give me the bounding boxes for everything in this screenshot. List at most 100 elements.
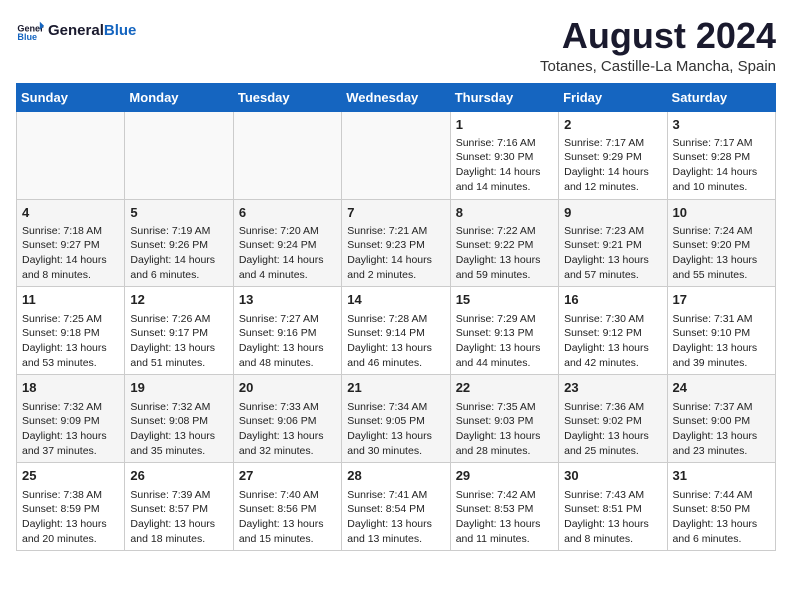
- calendar-cell: 8Sunrise: 7:22 AM Sunset: 9:22 PM Daylig…: [450, 199, 558, 287]
- calendar-cell: 3 Sunrise: 7:17 AM Sunset: 9:28 PM Daylig…: [667, 111, 775, 199]
- location-title: Totanes, Castille-La Mancha, Spain: [540, 58, 776, 75]
- page-header: General Blue GeneralBlue August 2024 Tot…: [16, 16, 776, 75]
- calendar-cell: 13Sunrise: 7:27 AM Sunset: 9:16 PM Dayli…: [233, 287, 341, 375]
- calendar-week-row: 18 Sunrise: 7:32 AM Sunset: 9:09 PM Dayli…: [17, 375, 776, 463]
- day-info: Sunrise: 7:42 AM Sunset: 8:53 PM Dayligh…: [456, 488, 553, 547]
- calendar-table: SundayMondayTuesdayWednesdayThursdayFrid…: [16, 83, 776, 552]
- day-number: 28: [347, 467, 444, 485]
- day-number: 17: [673, 291, 770, 309]
- title-area: August 2024 Totanes, Castille-La Mancha,…: [540, 16, 776, 75]
- calendar-cell: 27 Sunrise: 7:40 AM Sunset: 8:56 PM Dayli…: [233, 463, 341, 551]
- calendar-cell: 29 Sunrise: 7:42 AM Sunset: 8:53 PM Dayli…: [450, 463, 558, 551]
- day-number: 29: [456, 467, 553, 485]
- calendar-cell: 18 Sunrise: 7:32 AM Sunset: 9:09 PM Dayli…: [17, 375, 125, 463]
- day-number: 16: [564, 291, 661, 309]
- day-number: 24: [673, 379, 770, 397]
- day-info: Sunrise: 7:40 AM Sunset: 8:56 PM Dayligh…: [239, 488, 336, 547]
- day-number: 7: [347, 204, 444, 222]
- day-info: Sunrise: 7:32 AM Sunset: 9:08 PM Dayligh…: [130, 400, 227, 459]
- calendar-cell: 24Sunrise: 7:37 AM Sunset: 9:00 PM Dayli…: [667, 375, 775, 463]
- day-info: Sunrise: 7:21 AM Sunset: 9:23 PM Dayligh…: [347, 224, 444, 283]
- calendar-cell: 28 Sunrise: 7:41 AM Sunset: 8:54 PM Dayli…: [342, 463, 450, 551]
- calendar-cell: 9 Sunrise: 7:23 AM Sunset: 9:21 PM Daylig…: [559, 199, 667, 287]
- day-info: Sunrise: 7:30 AM Sunset: 9:12 PM Dayligh…: [564, 312, 661, 371]
- day-info: Sunrise: 7:25 AM Sunset: 9:18 PM Dayligh…: [22, 312, 119, 371]
- header-saturday: Saturday: [667, 83, 775, 111]
- calendar-cell: 23 Sunrise: 7:36 AM Sunset: 9:02 PM Dayli…: [559, 375, 667, 463]
- day-number: 22: [456, 379, 553, 397]
- day-number: 5: [130, 204, 227, 222]
- day-info: Sunrise: 7:39 AM Sunset: 8:57 PM Dayligh…: [130, 488, 227, 547]
- day-number: 15: [456, 291, 553, 309]
- calendar-cell: 7 Sunrise: 7:21 AM Sunset: 9:23 PM Daylig…: [342, 199, 450, 287]
- day-info: Sunrise: 7:41 AM Sunset: 8:54 PM Dayligh…: [347, 488, 444, 547]
- day-number: 21: [347, 379, 444, 397]
- calendar-cell: 16 Sunrise: 7:30 AM Sunset: 9:12 PM Dayli…: [559, 287, 667, 375]
- header-sunday: Sunday: [17, 83, 125, 111]
- day-info: Sunrise: 7:23 AM Sunset: 9:21 PM Dayligh…: [564, 224, 661, 283]
- calendar-cell: 25Sunrise: 7:38 AM Sunset: 8:59 PM Dayli…: [17, 463, 125, 551]
- day-number: 31: [673, 467, 770, 485]
- day-info: Sunrise: 7:29 AM Sunset: 9:13 PM Dayligh…: [456, 312, 553, 371]
- day-number: 13: [239, 291, 336, 309]
- calendar-cell: 30 Sunrise: 7:43 AM Sunset: 8:51 PM Dayli…: [559, 463, 667, 551]
- day-info: Sunrise: 7:38 AM Sunset: 8:59 PM Dayligh…: [22, 488, 119, 547]
- calendar-cell: 11Sunrise: 7:25 AM Sunset: 9:18 PM Dayli…: [17, 287, 125, 375]
- day-number: 26: [130, 467, 227, 485]
- day-number: 9: [564, 204, 661, 222]
- day-info: Sunrise: 7:32 AM Sunset: 9:09 PM Dayligh…: [22, 400, 119, 459]
- calendar-cell: 21 Sunrise: 7:34 AM Sunset: 9:05 PM Dayli…: [342, 375, 450, 463]
- day-info: Sunrise: 7:19 AM Sunset: 9:26 PM Dayligh…: [130, 224, 227, 283]
- day-number: 30: [564, 467, 661, 485]
- day-number: 20: [239, 379, 336, 397]
- calendar-cell: 31Sunrise: 7:44 AM Sunset: 8:50 PM Dayli…: [667, 463, 775, 551]
- month-title: August 2024: [540, 16, 776, 56]
- day-info: Sunrise: 7:17 AM Sunset: 9:28 PM Dayligh…: [673, 136, 770, 195]
- calendar-header-row: SundayMondayTuesdayWednesdayThursdayFrid…: [17, 83, 776, 111]
- calendar-cell: 15 Sunrise: 7:29 AM Sunset: 9:13 PM Dayli…: [450, 287, 558, 375]
- day-info: Sunrise: 7:18 AM Sunset: 9:27 PM Dayligh…: [22, 224, 119, 283]
- day-number: 23: [564, 379, 661, 397]
- logo-name: GeneralBlue: [48, 22, 136, 39]
- calendar-cell: 1Sunrise: 7:16 AM Sunset: 9:30 PM Daylig…: [450, 111, 558, 199]
- day-number: 2: [564, 116, 661, 134]
- calendar-cell: 19Sunrise: 7:32 AM Sunset: 9:08 PM Dayli…: [125, 375, 233, 463]
- day-info: Sunrise: 7:31 AM Sunset: 9:10 PM Dayligh…: [673, 312, 770, 371]
- svg-text:Blue: Blue: [17, 32, 37, 42]
- day-info: Sunrise: 7:43 AM Sunset: 8:51 PM Dayligh…: [564, 488, 661, 547]
- day-number: 14: [347, 291, 444, 309]
- day-number: 12: [130, 291, 227, 309]
- calendar-cell: 12Sunrise: 7:26 AM Sunset: 9:17 PM Dayli…: [125, 287, 233, 375]
- calendar-cell: 6 Sunrise: 7:20 AM Sunset: 9:24 PM Daylig…: [233, 199, 341, 287]
- day-number: 10: [673, 204, 770, 222]
- calendar-cell: 5 Sunrise: 7:19 AM Sunset: 9:26 PM Daylig…: [125, 199, 233, 287]
- header-thursday: Thursday: [450, 83, 558, 111]
- calendar-week-row: 1Sunrise: 7:16 AM Sunset: 9:30 PM Daylig…: [17, 111, 776, 199]
- day-number: 6: [239, 204, 336, 222]
- day-number: 27: [239, 467, 336, 485]
- calendar-cell: [17, 111, 125, 199]
- calendar-cell: [125, 111, 233, 199]
- header-wednesday: Wednesday: [342, 83, 450, 111]
- day-number: 8: [456, 204, 553, 222]
- day-info: Sunrise: 7:34 AM Sunset: 9:05 PM Dayligh…: [347, 400, 444, 459]
- calendar-cell: 10 Sunrise: 7:24 AM Sunset: 9:20 PM Dayli…: [667, 199, 775, 287]
- calendar-cell: 26 Sunrise: 7:39 AM Sunset: 8:57 PM Dayli…: [125, 463, 233, 551]
- day-info: Sunrise: 7:35 AM Sunset: 9:03 PM Dayligh…: [456, 400, 553, 459]
- calendar-cell: 14 Sunrise: 7:28 AM Sunset: 9:14 PM Dayli…: [342, 287, 450, 375]
- calendar-cell: 2 Sunrise: 7:17 AM Sunset: 9:29 PM Daylig…: [559, 111, 667, 199]
- day-info: Sunrise: 7:28 AM Sunset: 9:14 PM Dayligh…: [347, 312, 444, 371]
- day-info: Sunrise: 7:36 AM Sunset: 9:02 PM Dayligh…: [564, 400, 661, 459]
- logo: General Blue GeneralBlue: [16, 16, 136, 44]
- day-info: Sunrise: 7:16 AM Sunset: 9:30 PM Dayligh…: [456, 136, 553, 195]
- day-number: 3: [673, 116, 770, 134]
- day-info: Sunrise: 7:24 AM Sunset: 9:20 PM Dayligh…: [673, 224, 770, 283]
- day-info: Sunrise: 7:17 AM Sunset: 9:29 PM Dayligh…: [564, 136, 661, 195]
- day-number: 18: [22, 379, 119, 397]
- calendar-week-row: 25Sunrise: 7:38 AM Sunset: 8:59 PM Dayli…: [17, 463, 776, 551]
- day-info: Sunrise: 7:20 AM Sunset: 9:24 PM Dayligh…: [239, 224, 336, 283]
- header-monday: Monday: [125, 83, 233, 111]
- calendar-cell: [233, 111, 341, 199]
- calendar-week-row: 4Sunrise: 7:18 AM Sunset: 9:27 PM Daylig…: [17, 199, 776, 287]
- calendar-week-row: 11Sunrise: 7:25 AM Sunset: 9:18 PM Dayli…: [17, 287, 776, 375]
